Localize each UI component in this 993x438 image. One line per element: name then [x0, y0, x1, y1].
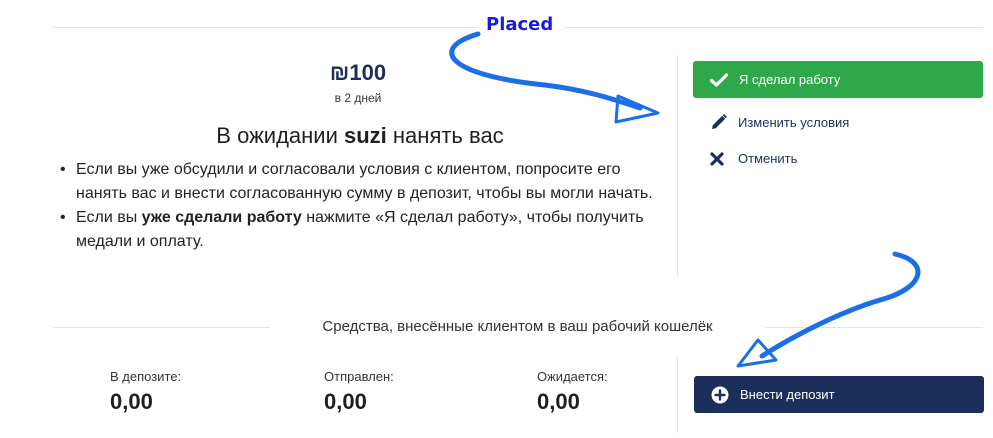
annotation-arrows: [449, 31, 921, 368]
arrow-to-done-button: [449, 31, 660, 124]
arrow-to-deposit-button: [736, 251, 921, 368]
